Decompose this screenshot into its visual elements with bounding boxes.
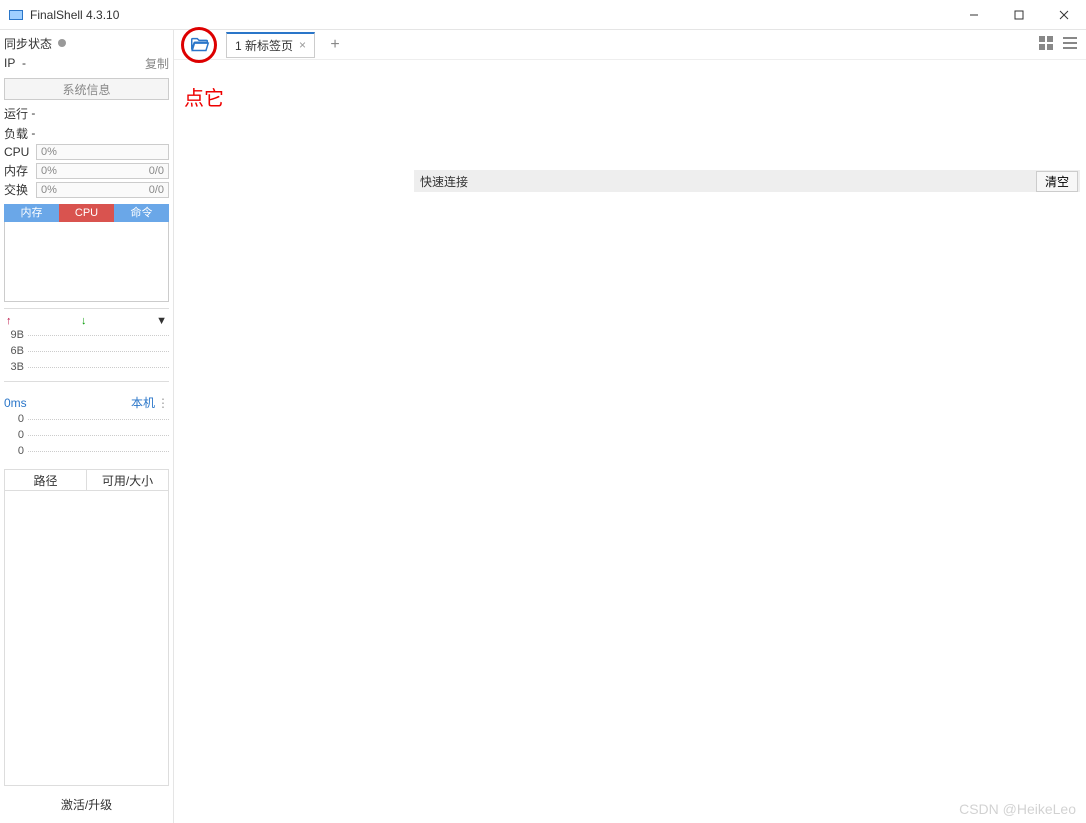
chevron-down-icon[interactable]: ▼ — [156, 315, 167, 327]
spark-label: 3B — [4, 361, 24, 373]
open-connection-manager-button[interactable] — [182, 30, 218, 60]
swap-fraction: 0/0 — [149, 184, 164, 196]
app-icon — [8, 7, 24, 23]
minimize-button[interactable] — [951, 0, 996, 30]
running-label: 运行 — [4, 105, 28, 122]
download-arrow-icon: ↓ — [81, 315, 87, 327]
resize-grip-icon[interactable]: ⋮ — [157, 396, 169, 410]
window-controls — [951, 0, 1086, 30]
disk-table-header: 路径 可用/大小 — [4, 469, 169, 491]
latency-mark: 0 — [4, 413, 24, 425]
tab-new[interactable]: 1 新标签页 × — [226, 32, 315, 58]
quick-connect-bar: 快速连接 清空 — [414, 170, 1080, 192]
ip-label: IP - — [4, 56, 26, 70]
subtab-cpu[interactable]: CPU — [59, 204, 114, 222]
tab-close-icon[interactable]: × — [299, 38, 306, 52]
disk-col-path[interactable]: 路径 — [5, 470, 87, 490]
watermark: CSDN @HeikeLeo — [959, 801, 1076, 817]
resource-chart — [4, 222, 169, 302]
annotation-text: 点它 — [184, 82, 224, 111]
grid-view-icon[interactable] — [1038, 35, 1054, 54]
maximize-button[interactable] — [996, 0, 1041, 30]
resource-subtabs: 内存 CPU 命令 — [4, 204, 169, 222]
subtab-command[interactable]: 命令 — [114, 204, 169, 222]
spark-label: 6B — [4, 345, 24, 357]
clear-button[interactable]: 清空 — [1036, 171, 1078, 192]
latency-mark: 0 — [4, 445, 24, 457]
copy-ip-button[interactable]: 复制 — [145, 55, 169, 72]
folder-open-icon — [189, 34, 211, 56]
tab-label: 1 新标签页 — [235, 37, 293, 54]
latency-sparkline: 0 0 0 — [4, 411, 169, 459]
tabbar: 1 新标签页 × + — [174, 30, 1086, 60]
network-sparkline: 9B 6B 3B — [4, 327, 169, 375]
disk-table-body — [4, 491, 169, 786]
swap-value: 0% — [41, 184, 57, 196]
add-tab-button[interactable]: + — [325, 36, 345, 54]
titlebar: FinalShell 4.3.10 — [0, 0, 1086, 30]
latency-host[interactable]: 本机 — [131, 394, 155, 411]
memory-bar: 0% 0/0 — [36, 163, 169, 179]
latency-value: 0ms — [4, 396, 27, 410]
swap-bar: 0% 0/0 — [36, 182, 169, 198]
close-button[interactable] — [1041, 0, 1086, 30]
latency-mark: 0 — [4, 429, 24, 441]
system-info-button[interactable]: 系统信息 — [4, 78, 169, 100]
sync-status-indicator-icon — [58, 39, 66, 47]
sync-status-label: 同步状态 — [4, 35, 52, 52]
quick-connect-label: 快速连接 — [416, 173, 468, 190]
memory-label: 内存 — [4, 162, 32, 179]
cpu-value: 0% — [41, 146, 57, 158]
spark-label: 9B — [4, 329, 24, 341]
cpu-label: CPU — [4, 145, 32, 159]
disk-col-avail[interactable]: 可用/大小 — [87, 470, 168, 490]
subtab-memory[interactable]: 内存 — [4, 204, 59, 222]
list-view-icon[interactable] — [1062, 35, 1078, 54]
upload-arrow-icon: ↑ — [6, 315, 12, 327]
load-label: 负载 — [4, 125, 28, 142]
window-title: FinalShell 4.3.10 — [30, 8, 119, 22]
cpu-bar: 0% — [36, 144, 169, 160]
main-area: 1 新标签页 × + 点它 快速连接 清空 CSDN @HeikeLeo — [174, 30, 1086, 823]
activate-upgrade-link[interactable]: 激活/升级 — [4, 786, 169, 823]
running-value: - — [31, 106, 35, 120]
memory-value: 0% — [41, 165, 57, 177]
memory-fraction: 0/0 — [149, 165, 164, 177]
load-value: - — [31, 126, 35, 140]
sync-status-row: 同步状态 — [4, 34, 169, 52]
swap-label: 交换 — [4, 181, 32, 198]
sidebar: 同步状态 IP - 复制 系统信息 运行 - 负载 - CPU 0% 内存 0%… — [0, 30, 174, 823]
